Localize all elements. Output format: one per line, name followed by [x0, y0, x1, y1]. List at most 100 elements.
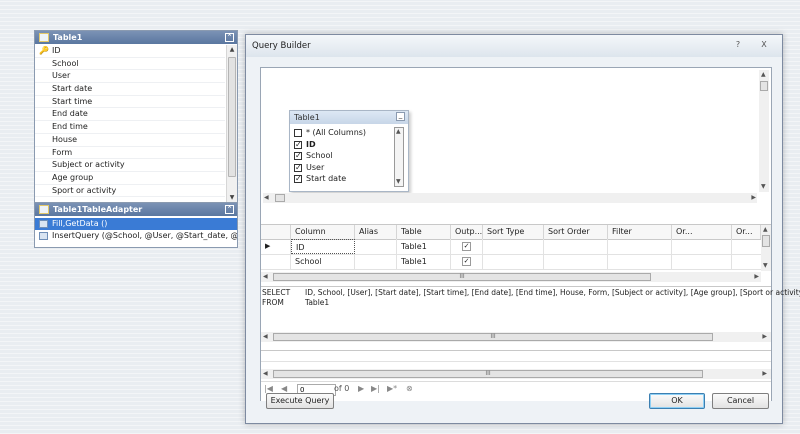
minimize-icon[interactable]: _	[396, 112, 405, 121]
grid-header-or[interactable]: Or...	[672, 225, 732, 239]
scroll-right-icon[interactable]: ▶	[762, 332, 767, 342]
grid-cell-or[interactable]	[672, 239, 732, 254]
grid-cell-sort-type[interactable]	[483, 239, 544, 254]
last-record-icon[interactable]: ▶|	[371, 384, 380, 393]
ok-button[interactable]: OK	[649, 393, 705, 409]
column-row[interactable]: End date	[35, 108, 225, 122]
diagram-table-box[interactable]: Table1 _ * (All Columns) ✓ ID ✓ School ✓ Us…	[289, 110, 409, 192]
checkbox-checked-icon[interactable]: ✓	[462, 242, 471, 251]
column-row[interactable]: Start time	[35, 96, 225, 109]
diagram-item-user[interactable]: ✓ User	[294, 162, 394, 174]
grid-cell-sort-order[interactable]	[544, 239, 608, 254]
checkbox-checked-icon[interactable]: ✓	[294, 152, 302, 160]
grid-header-sort-order[interactable]: Sort Order	[544, 225, 608, 239]
grid-cell-output[interactable]: ✓	[451, 254, 483, 269]
grid-header-column[interactable]: Column	[291, 225, 355, 239]
column-row[interactable]: Sport or activity	[35, 185, 225, 198]
checkbox-checked-icon[interactable]: ✓	[462, 257, 471, 266]
method-fill-getdata[interactable]: Fill,GetData ()	[35, 218, 237, 230]
scroll-down-icon[interactable]: ▼	[763, 261, 768, 271]
grid-cell-alias[interactable]	[355, 239, 397, 254]
collapse-chevron-icon[interactable]: ⌃	[225, 205, 234, 214]
scroll-up-icon[interactable]: ▲	[763, 225, 768, 235]
diagram-item-start-date[interactable]: ✓ Start date	[294, 173, 394, 185]
grid-cell-output[interactable]: ✓	[451, 239, 483, 254]
grid-header-filter[interactable]: Filter	[608, 225, 672, 239]
column-row[interactable]: Form	[35, 147, 225, 160]
scroll-thumb[interactable]	[275, 194, 285, 202]
execute-query-button[interactable]: Execute Query	[266, 393, 334, 409]
scroll-left-icon[interactable]: ◀	[263, 272, 268, 282]
column-row[interactable]: School	[35, 58, 225, 71]
diagram-horizontal-scrollbar[interactable]: ◀ ▶	[263, 193, 757, 203]
table-panel-header[interactable]: Table1 ⌃	[35, 31, 237, 44]
scroll-thumb[interactable]: III	[273, 273, 651, 281]
next-record-icon[interactable]: ▶	[358, 384, 364, 393]
grid-cell-column[interactable]: ID	[291, 239, 355, 254]
grid-cell-alias[interactable]	[355, 254, 397, 269]
adapter-panel-header[interactable]: Table1TableAdapter ⌃	[35, 203, 237, 216]
column-row[interactable]: Age group	[35, 172, 225, 185]
collapse-chevron-icon[interactable]: ⌃	[225, 33, 234, 42]
grid-cell-sort-type[interactable]	[483, 254, 544, 269]
scroll-right-icon[interactable]: ▶	[762, 369, 767, 379]
scroll-left-icon[interactable]: ◀	[263, 332, 268, 342]
column-row[interactable]: Start date	[35, 83, 225, 96]
grid-header-alias[interactable]: Alias	[355, 225, 397, 239]
diagram-vertical-scrollbar[interactable]: ▲ ▼	[759, 70, 769, 192]
grid-cell-filter[interactable]	[608, 239, 672, 254]
method-insertquery[interactable]: InsertQuery (@School, @User, @Start_date…	[35, 230, 237, 242]
previous-record-icon[interactable]: ◀	[281, 384, 287, 393]
checkbox-checked-icon[interactable]: ✓	[294, 140, 302, 149]
scroll-thumb[interactable]	[762, 235, 770, 247]
grid-vertical-scrollbar[interactable]: ▲ ▼	[761, 225, 771, 271]
checkbox-checked-icon[interactable]: ✓	[294, 163, 302, 172]
cancel-button[interactable]: Cancel	[712, 393, 769, 409]
diagram-table-scrollbar[interactable]: ▲ ▼	[394, 127, 404, 187]
scroll-thumb[interactable]	[228, 57, 236, 177]
grid-cell-or[interactable]	[672, 254, 732, 269]
scroll-down-icon[interactable]: ▼	[396, 177, 401, 187]
grid-row[interactable]: School Table1 ✓	[261, 254, 761, 270]
column-list-scrollbar[interactable]: ▲ ▼	[226, 45, 237, 203]
sql-horizontal-scrollbar[interactable]: ◀ III ▶	[261, 332, 771, 342]
diagram-item-school[interactable]: ✓ School	[294, 150, 394, 162]
close-button[interactable]: X	[754, 38, 774, 52]
scroll-thumb[interactable]: III	[273, 370, 703, 378]
column-row[interactable]: Subject or activity	[35, 159, 225, 172]
scroll-left-icon[interactable]: ◀	[263, 369, 268, 379]
scroll-left-icon[interactable]: ◀	[264, 193, 269, 203]
results-horizontal-scrollbar[interactable]: ◀ III ▶	[261, 369, 771, 379]
column-row[interactable]: User	[35, 70, 225, 84]
grid-header-table[interactable]: Table	[397, 225, 451, 239]
grid-header-or[interactable]: Or...	[732, 225, 761, 239]
grid-cell-column[interactable]: School	[291, 254, 355, 269]
scroll-right-icon[interactable]: ▶	[754, 272, 759, 282]
scroll-down-icon[interactable]: ▼	[761, 182, 766, 192]
stop-icon[interactable]: ⊗	[406, 384, 413, 393]
scroll-thumb[interactable]	[760, 81, 768, 91]
scroll-thumb[interactable]: III	[273, 333, 713, 341]
grid-horizontal-scrollbar[interactable]: ◀ III ▶	[261, 272, 761, 282]
diagram-item-id[interactable]: ✓ ID	[294, 139, 394, 151]
column-row[interactable]: House	[35, 134, 225, 147]
help-button[interactable]: ?	[730, 38, 746, 52]
grid-cell-table[interactable]: Table1	[397, 254, 451, 269]
grid-cell-filter[interactable]	[608, 254, 672, 269]
checkbox-unchecked-icon[interactable]	[294, 129, 302, 137]
grid-header-sort-type[interactable]: Sort Type	[483, 225, 544, 239]
row-selector[interactable]	[261, 254, 291, 269]
scroll-up-icon[interactable]: ▲	[227, 45, 237, 55]
first-record-icon[interactable]: |◀	[264, 384, 273, 393]
row-selector-arrow-icon[interactable]: ▶	[261, 239, 291, 254]
checkbox-checked-icon[interactable]: ✓	[294, 175, 302, 183]
diagram-item-all-columns[interactable]: * (All Columns)	[294, 127, 394, 139]
column-row-id[interactable]: 🔑 ID	[35, 45, 225, 58]
grid-header-output[interactable]: Outp...	[451, 225, 483, 239]
diagram-pane[interactable]: Table1 _ * (All Columns) ✓ ID ✓ School ✓ Us…	[261, 68, 771, 206]
sql-pane[interactable]: SELECT ID, School, [User], [Start date],…	[261, 286, 800, 345]
grid-cell-table[interactable]: Table1	[397, 239, 451, 254]
new-record-icon[interactable]: ▶*	[387, 384, 397, 393]
scroll-up-icon[interactable]: ▲	[396, 127, 401, 137]
scroll-up-icon[interactable]: ▲	[761, 70, 766, 80]
